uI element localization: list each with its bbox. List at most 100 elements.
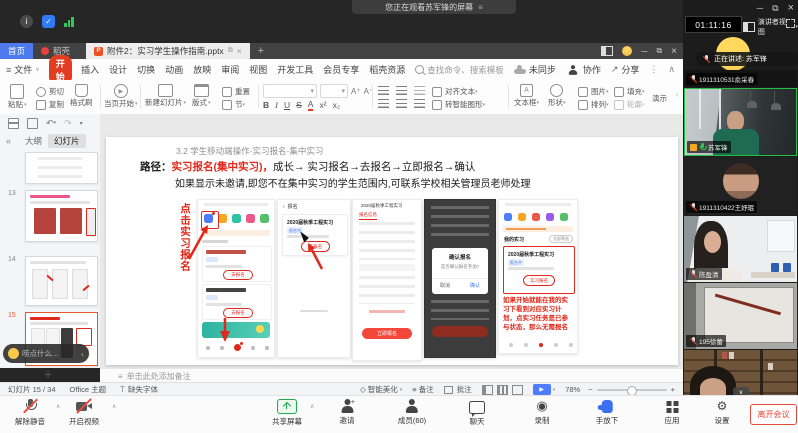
- italic-button[interactable]: I: [275, 100, 278, 110]
- unmute-button[interactable]: 解除静音: [15, 399, 45, 427]
- reset-button[interactable]: 重置: [222, 86, 250, 97]
- superscript-button[interactable]: x²: [319, 100, 326, 110]
- wps-minimize-icon[interactable]: ─: [641, 46, 647, 56]
- collapse-videos-button[interactable]: ∨: [733, 387, 749, 395]
- notes-toggle[interactable]: ≡备注: [412, 384, 433, 395]
- record-button[interactable]: ◉ 录制: [535, 399, 550, 426]
- picture-button[interactable]: 图片▾: [578, 86, 609, 97]
- quickbar-more-icon[interactable]: ▾: [80, 120, 83, 127]
- video-tile-partial-bottom[interactable]: ∨: [684, 350, 797, 395]
- ribbon-scroll-icon[interactable]: ‹: [676, 92, 678, 99]
- window-close-icon[interactable]: ×: [788, 2, 794, 14]
- menu-transition[interactable]: 切换: [137, 63, 155, 76]
- tab-slides[interactable]: 幻灯片: [48, 134, 86, 148]
- notes-bar[interactable]: ≡ 单击此处添加备注: [100, 368, 701, 383]
- line-spacing-icon[interactable]: [414, 99, 425, 108]
- wps-close-icon[interactable]: ×: [671, 46, 677, 57]
- menu-docer-resources[interactable]: 稻壳资源: [369, 63, 405, 76]
- copy-button[interactable]: 复制: [36, 99, 64, 110]
- layout-settings-icon[interactable]: [601, 46, 613, 56]
- window-restore-icon[interactable]: ⧉: [772, 3, 778, 14]
- shapes-button[interactable]: 形状▾: [548, 84, 566, 108]
- strikethrough-button[interactable]: S: [296, 100, 302, 110]
- video-tile-partial[interactable]: 1911310531俞采春: [684, 70, 797, 87]
- slide-thumbnail-14[interactable]: [25, 256, 98, 306]
- indent-icon[interactable]: [414, 86, 425, 95]
- slide-canvas[interactable]: 3.2 学生移动端操作-实习报名-集中实习 路径：实习报名(集中实习)，成长→ …: [106, 137, 678, 365]
- menu-slideshow[interactable]: 放映: [193, 63, 211, 76]
- members-button[interactable]: 成员(60): [398, 399, 426, 426]
- align-text-button[interactable]: 对齐文本▾: [432, 86, 478, 97]
- reading-view-icon[interactable]: [512, 385, 523, 395]
- sync-status[interactable]: 未同步: [514, 63, 556, 76]
- more-menu-icon[interactable]: ⋮: [649, 64, 658, 75]
- number-list-icon[interactable]: [396, 86, 407, 95]
- sorter-view-icon[interactable]: [497, 385, 508, 395]
- paste-button[interactable]: 粘贴▾: [8, 84, 27, 110]
- search-input[interactable]: 查找命令、搜索模板: [415, 64, 504, 76]
- save-icon[interactable]: [8, 118, 19, 129]
- zoom-slider[interactable]: [597, 389, 667, 391]
- menu-design[interactable]: 设计: [109, 63, 127, 76]
- underline-button[interactable]: U: [284, 100, 290, 110]
- chat-button[interactable]: 聊天: [469, 399, 485, 427]
- tab-outline[interactable]: 大纲: [25, 135, 42, 147]
- arrange-button[interactable]: 排列▾: [578, 99, 609, 110]
- zoom-level[interactable]: 78%: [565, 385, 580, 394]
- fullscreen-icon[interactable]: [786, 19, 795, 28]
- align-center-icon[interactable]: [396, 99, 407, 108]
- redo-button[interactable]: ↷: [64, 118, 72, 129]
- increase-font-icon[interactable]: A⁺: [351, 87, 361, 96]
- layout-button[interactable]: 版式▾: [192, 84, 211, 108]
- add-slide-button[interactable]: +: [44, 366, 52, 382]
- menu-insert[interactable]: 插入: [81, 63, 99, 76]
- comments-toggle[interactable]: 批注: [442, 384, 472, 395]
- font-family-select[interactable]: ▾: [263, 84, 317, 98]
- split-view-icon[interactable]: ⧉: [228, 47, 233, 55]
- undo-button[interactable]: ↶▾: [46, 118, 56, 129]
- slideshow-play-button[interactable]: ▶: [533, 384, 551, 395]
- network-signal-icon[interactable]: [64, 17, 74, 27]
- share-button[interactable]: ↗分享: [611, 63, 640, 76]
- invite-button[interactable]: + 邀请: [340, 399, 355, 426]
- settings-button[interactable]: ⚙ 设置: [715, 399, 730, 426]
- collapse-ribbon-icon[interactable]: ∧: [668, 64, 675, 75]
- normal-view-icon[interactable]: [482, 385, 493, 395]
- play-from-page-button[interactable]: ▶ 当页开始▾: [104, 84, 138, 109]
- missing-font-warning[interactable]: T缺失字体: [120, 384, 158, 395]
- mic-options-caret[interactable]: ∧: [56, 403, 60, 410]
- tab-wps-home[interactable]: 首页: [0, 43, 33, 59]
- chat-quick-input[interactable]: 唠点什么... ‹: [3, 344, 89, 363]
- textbox-button[interactable]: A 文本框▾: [514, 84, 539, 108]
- bold-button[interactable]: B: [263, 100, 269, 110]
- menu-review[interactable]: 审阅: [221, 63, 239, 76]
- new-slide-button[interactable]: 新建幻灯片▾: [145, 84, 186, 108]
- bullet-list-icon[interactable]: [378, 86, 389, 95]
- leave-meeting-button[interactable]: 离开会议: [750, 404, 797, 425]
- new-tab-button[interactable]: +: [250, 43, 272, 59]
- wps-restore-icon[interactable]: ⧉: [656, 46, 662, 56]
- outline-button[interactable]: 轮廓▾: [614, 99, 645, 110]
- zoom-out-button[interactable]: −: [588, 385, 592, 394]
- video-tile-4[interactable]: 陈盈清: [684, 216, 797, 282]
- present-button[interactable]: 演示: [652, 93, 667, 104]
- video-tile-avatar[interactable]: 1911310422王妤珉: [684, 157, 797, 215]
- vip-avatar[interactable]: [622, 46, 632, 56]
- tab-document[interactable]: P 附件2：实习学生操作指南.pptx ⧉ ×: [86, 43, 250, 59]
- shield-icon[interactable]: ✓: [42, 15, 55, 28]
- menu-view[interactable]: 视图: [249, 63, 267, 76]
- info-icon[interactable]: i: [20, 15, 33, 28]
- theme-name[interactable]: Office 主题: [70, 384, 107, 395]
- collapse-panel-icon[interactable]: «: [6, 136, 11, 146]
- menu-membership[interactable]: 会员专享: [323, 63, 359, 76]
- collaborate-button[interactable]: 协作: [566, 63, 601, 77]
- format-painter-button[interactable]: 格式刷: [70, 84, 93, 108]
- subscript-button[interactable]: x₂: [333, 100, 341, 110]
- share-options-caret[interactable]: ∧: [310, 403, 314, 410]
- close-doc-icon[interactable]: ×: [237, 46, 242, 56]
- hand-down-button[interactable]: 手放下: [596, 399, 619, 426]
- video-tile-speaker[interactable]: 苏军锋: [684, 88, 797, 156]
- smart-graphic-button[interactable]: 转智能图形▾: [432, 99, 485, 110]
- start-video-button[interactable]: 开启视频: [69, 399, 99, 427]
- share-screen-button[interactable]: 共享屏幕: [272, 399, 302, 427]
